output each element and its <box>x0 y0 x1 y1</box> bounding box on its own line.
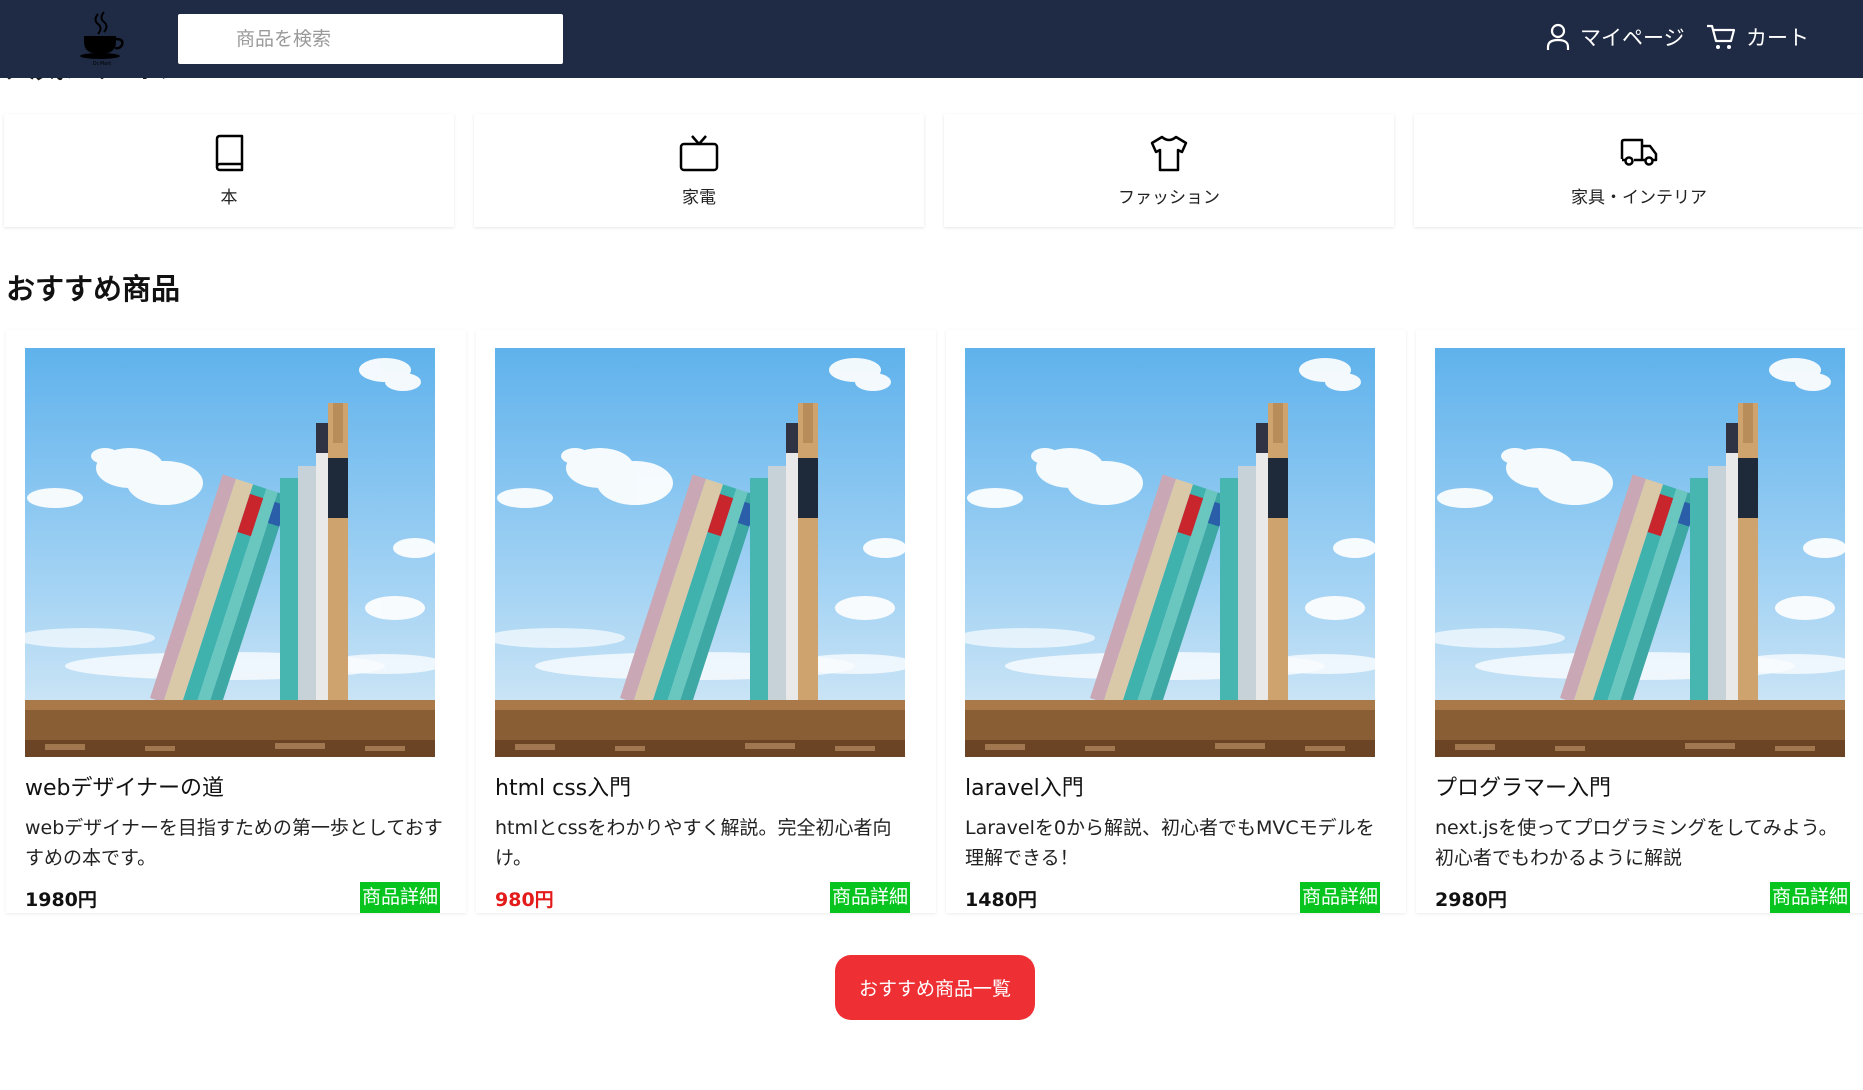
product-price: 1980円 <box>25 889 97 911</box>
mypage-link[interactable]: マイページ <box>1546 22 1685 52</box>
product-title[interactable]: html css入門 <box>495 770 631 802</box>
site-header: Dr.Mart マイページ カート <box>0 0 1863 78</box>
tv-icon <box>679 133 719 173</box>
product-card: webデザイナーの道 webデザイナーを目指すための第一歩としておすすめの本です… <box>6 330 466 913</box>
category-label: 家具・インテリア <box>1571 188 1707 208</box>
category-label: ファッション <box>1118 188 1220 208</box>
coffee-cup-icon: Dr.Mart <box>80 11 124 67</box>
product-title[interactable]: webデザイナーの道 <box>25 770 224 802</box>
mypage-label: マイページ <box>1580 26 1685 50</box>
product-detail-button[interactable]: 商品詳細 <box>830 882 910 913</box>
cart-icon <box>1707 24 1736 49</box>
cart-label: カート <box>1746 26 1809 50</box>
book-icon <box>209 133 249 173</box>
truck-icon <box>1619 133 1659 173</box>
product-image[interactable] <box>495 348 905 757</box>
product-card: html css入門 htmlとcssをわかりやすく解説。完全初心者向け。 98… <box>476 330 936 913</box>
product-title[interactable]: laravel入門 <box>965 770 1084 802</box>
product-image[interactable] <box>25 348 435 757</box>
product-title[interactable]: プログラマー入門 <box>1435 770 1611 802</box>
product-price: 2980円 <box>1435 889 1507 911</box>
shirt-icon <box>1149 133 1189 173</box>
site-logo[interactable]: Dr.Mart <box>78 10 126 68</box>
product-detail-button[interactable]: 商品詳細 <box>1770 882 1850 913</box>
product-image[interactable] <box>1435 348 1845 757</box>
category-card-electronics[interactable]: 家電 <box>474 114 924 227</box>
search-input[interactable] <box>178 14 563 64</box>
recommended-list-button[interactable]: おすすめ商品一覧 <box>835 955 1035 1020</box>
user-icon <box>1546 23 1570 50</box>
product-card: laravel入門 Laravelを0から解説、初心者でもMVCモデルを理解でき… <box>946 330 1406 913</box>
category-label: 本 <box>220 188 238 208</box>
product-card: プログラマー入門 next.jsを使ってプログラミングをしてみよう。初心者でもわ… <box>1416 330 1863 913</box>
product-detail-button[interactable]: 商品詳細 <box>360 882 440 913</box>
category-card-book[interactable]: 本 <box>4 114 454 227</box>
product-description: htmlとcssをわかりやすく解説。完全初心者向け。 <box>495 817 892 869</box>
product-description: next.jsを使ってプログラミングをしてみよう。初心者でもわかるように解説 <box>1435 817 1838 869</box>
product-price: 1480円 <box>965 889 1037 911</box>
category-label: 家電 <box>682 188 716 208</box>
product-price: 980円 <box>495 889 554 911</box>
category-card-furniture[interactable]: 家具・インテリア <box>1414 114 1863 227</box>
recommended-heading: おすすめ商品 <box>6 272 181 306</box>
product-image[interactable] <box>965 348 1375 757</box>
product-description: webデザイナーを目指すための第一歩としておすすめの本です。 <box>25 817 443 869</box>
product-description: Laravelを0から解説、初心者でもMVCモデルを理解できる！ <box>965 817 1375 869</box>
logo-text: Dr.Mart <box>93 61 111 67</box>
product-detail-button[interactable]: 商品詳細 <box>1300 882 1380 913</box>
category-card-fashion[interactable]: ファッション <box>944 114 1394 227</box>
cart-link[interactable]: カート <box>1706 22 1809 52</box>
